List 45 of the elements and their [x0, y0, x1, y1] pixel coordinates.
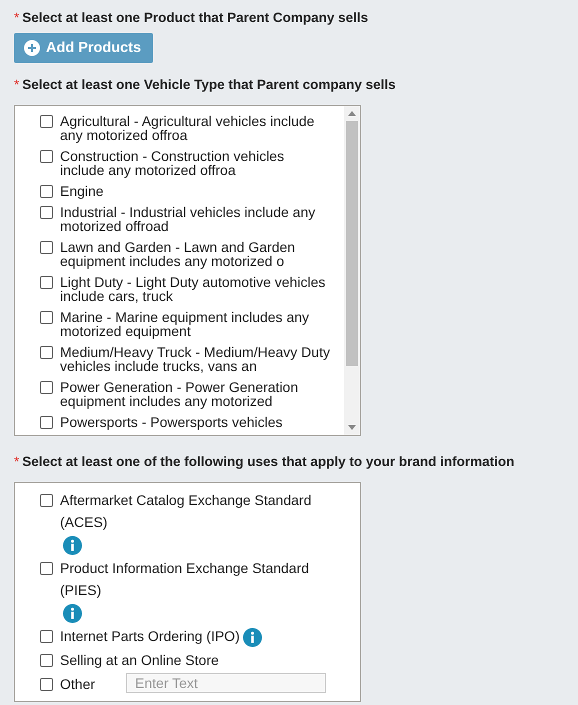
checkbox[interactable] — [40, 654, 53, 667]
field-label: Select at least one of the following uses that apply to your brand information — [22, 454, 514, 469]
checkbox[interactable] — [40, 678, 53, 691]
required-mark: * — [14, 77, 20, 92]
checkbox-label[interactable]: Product Information Exchange Standard (PIES) — [60, 557, 322, 601]
checkbox[interactable] — [40, 150, 53, 163]
info-icon[interactable] — [63, 604, 82, 623]
checkbox[interactable] — [40, 630, 53, 643]
checkbox-label[interactable]: Aftermarket Catalog Exchange Standard (ACES) — [60, 489, 322, 533]
plus-circle-icon — [24, 40, 40, 56]
scrollbar-thumb[interactable] — [346, 121, 358, 366]
checkbox[interactable] — [40, 346, 53, 359]
checkbox[interactable] — [40, 381, 53, 394]
checkbox-label[interactable]: Medium/Heavy Truck - Medium/Heavy Duty vehicles include trucks, vans an — [60, 345, 330, 373]
scroll-up-icon[interactable] — [348, 111, 356, 116]
scrollbar[interactable] — [344, 106, 360, 435]
checkbox-label[interactable]: Lawn and Garden - Lawn and Garden equipment includes any motorized o — [60, 240, 330, 268]
text-input-field[interactable]: Enter Text — [126, 673, 326, 693]
checkbox-label[interactable]: Selling at an Online Store — [60, 649, 219, 671]
info-icon[interactable] — [242, 628, 262, 647]
checkbox-label[interactable]: Engine — [60, 184, 330, 198]
required-mark: * — [14, 10, 20, 25]
required-mark: * — [14, 454, 20, 469]
checkbox[interactable] — [40, 115, 53, 128]
checkbox-label[interactable]: Other — [60, 673, 96, 695]
field-label: Select at least one Vehicle Type that Parent company sells — [22, 77, 396, 92]
checkbox[interactable] — [40, 185, 53, 198]
checkbox-label[interactable]: Powersports - Powersports vehicles — [60, 415, 330, 429]
checkbox[interactable] — [40, 562, 53, 575]
field-label: Select at least one Product that Parent Company sells — [22, 10, 368, 25]
checkbox-label[interactable]: Marine - Marine equipment includes any motorized equipment — [60, 310, 330, 338]
checkbox-label[interactable]: Light Duty - Light Duty automotive vehicles include cars, truck — [60, 275, 330, 303]
checkbox[interactable] — [40, 311, 53, 324]
checkbox-label[interactable]: Internet Parts Ordering (IPO) — [60, 625, 240, 647]
checkbox[interactable] — [40, 494, 53, 507]
checkbox-label[interactable]: Power Generation - Power Generation equipment includes any motorized — [60, 380, 330, 408]
checkbox[interactable] — [40, 241, 53, 254]
info-icon[interactable] — [63, 536, 82, 555]
checkbox[interactable] — [40, 276, 53, 289]
checkbox[interactable] — [40, 416, 53, 429]
checkbox-label[interactable]: Industrial - Industrial vehicles include any motorized offroad — [60, 205, 330, 233]
scroll-down-icon[interactable] — [348, 425, 356, 430]
checkbox-label[interactable]: Construction - Construction vehicles include any motorized offroa — [60, 149, 330, 177]
checkbox-label[interactable]: Agricultural - Agricultural vehicles include any motorized offroa — [60, 114, 330, 142]
checkbox[interactable] — [40, 206, 53, 219]
